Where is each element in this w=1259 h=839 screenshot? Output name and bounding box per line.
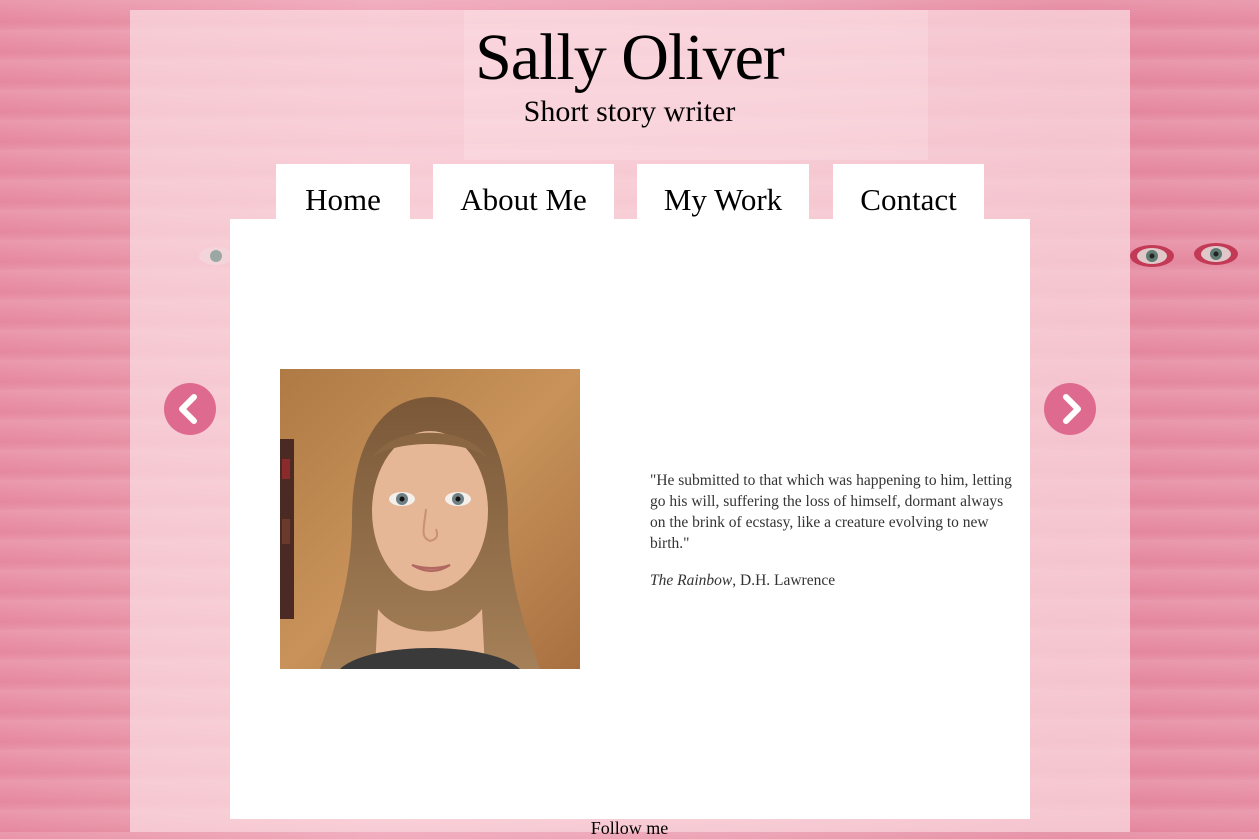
portrait-image	[280, 369, 580, 669]
quote-text: "He submitted to that which was happenin…	[650, 472, 1012, 552]
quote-source-author: , D.H. Lawrence	[732, 572, 836, 589]
site-title: Sally Oliver	[475, 21, 785, 94]
quote-source: The Rainbow, D.H. Lawrence	[650, 570, 1020, 591]
chevron-left-icon	[179, 394, 197, 424]
tab-contact[interactable]: Contact	[833, 164, 984, 220]
slider-prev-button[interactable]	[164, 383, 216, 435]
quote-block: "He submitted to that which was happenin…	[650, 470, 1020, 607]
tab-home[interactable]: Home	[276, 164, 410, 220]
chevron-right-icon	[1063, 394, 1081, 424]
follow-me-label: Follow me	[590, 818, 669, 838]
slider-next-button[interactable]	[1044, 383, 1096, 435]
tab-about-me[interactable]: About Me	[433, 164, 614, 220]
quote-source-title: The Rainbow	[650, 572, 733, 589]
site-subtitle: Short story writer	[523, 95, 736, 128]
tab-my-work[interactable]: My Work	[637, 164, 809, 220]
background-eyes-right	[1130, 243, 1238, 267]
